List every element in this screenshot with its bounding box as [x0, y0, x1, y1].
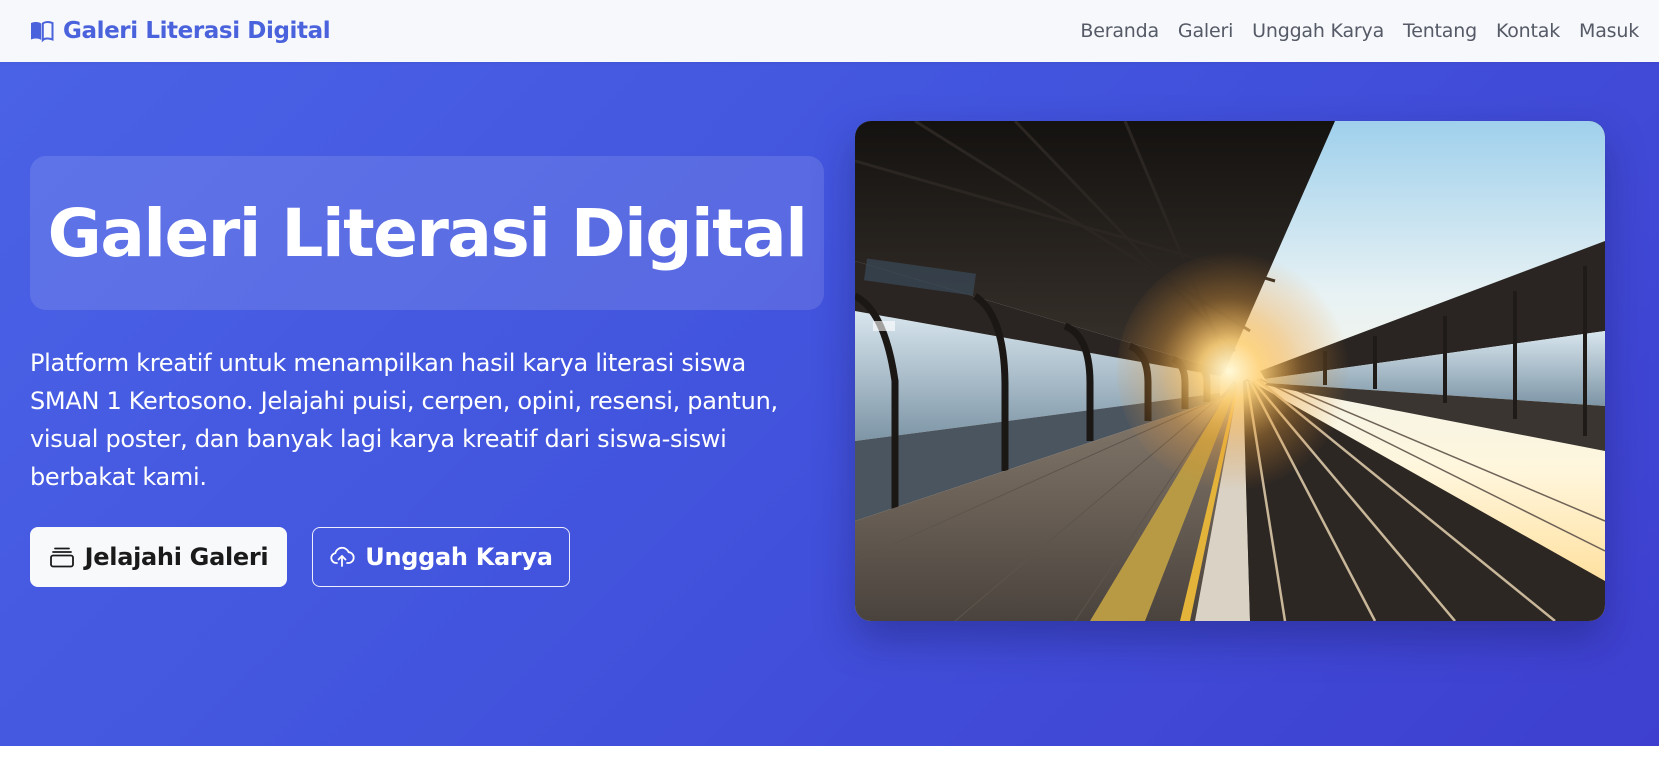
cloud-upload-icon — [329, 544, 355, 570]
explore-gallery-button[interactable]: Jelajahi Galeri — [30, 527, 287, 587]
brand-link[interactable]: Galeri Literasi Digital — [29, 18, 331, 44]
nav-link-masuk[interactable]: Masuk — [1579, 20, 1639, 42]
hero-image — [855, 121, 1605, 621]
explore-gallery-label: Jelajahi Galeri — [84, 543, 269, 571]
open-book-icon — [29, 19, 55, 43]
nav-link-unggah-karya[interactable]: Unggah Karya — [1252, 20, 1384, 42]
hero-description: Platform kreatif untuk menampilkan hasil… — [30, 349, 778, 491]
nav-link-kontak[interactable]: Kontak — [1496, 20, 1560, 42]
hero-title-box: Galeri Literasi Digital — [30, 156, 824, 310]
hero-title: Galeri Literasi Digital — [47, 194, 808, 272]
upload-work-button[interactable]: Unggah Karya — [312, 527, 570, 587]
nav-link-galeri[interactable]: Galeri — [1178, 20, 1233, 42]
hero-section: Galeri Literasi Digital Platform kreatif… — [0, 62, 1659, 746]
nav-link-tentang[interactable]: Tentang — [1403, 20, 1477, 42]
nav-link-beranda[interactable]: Beranda — [1080, 20, 1159, 42]
upload-work-label: Unggah Karya — [365, 543, 553, 571]
main-nav: Beranda Galeri Unggah Karya Tentang Kont… — [1061, 20, 1639, 42]
collection-icon — [49, 544, 75, 570]
navbar: Galeri Literasi Digital Beranda Galeri U… — [0, 0, 1659, 62]
brand-name: Galeri Literasi Digital — [63, 18, 331, 44]
